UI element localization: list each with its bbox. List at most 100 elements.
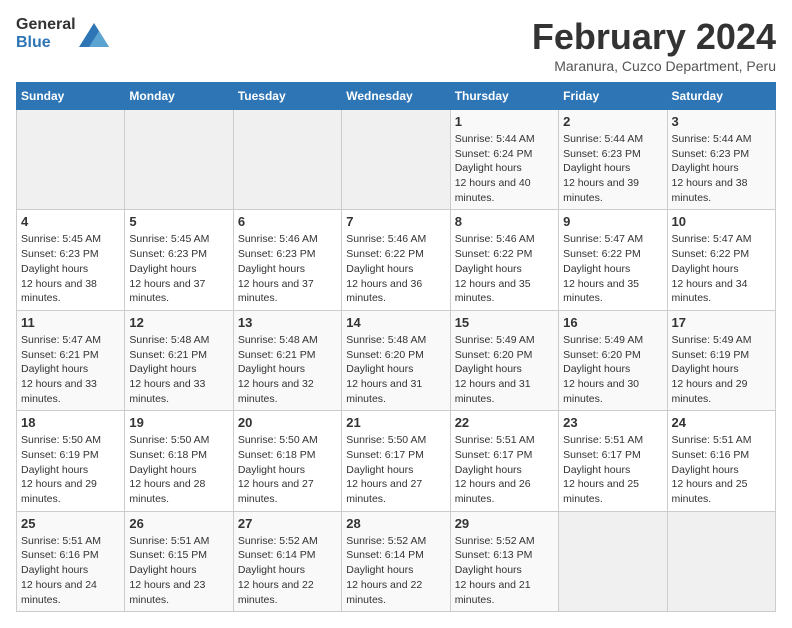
day-details: Sunrise: 5:45 AM Sunset: 6:23 PM Dayligh… (129, 232, 228, 305)
calendar-cell: 14 Sunrise: 5:48 AM Sunset: 6:20 PM Dayl… (342, 310, 450, 410)
sunset-label: Sunset: 6:16 PM (672, 449, 750, 461)
daylight-label: Daylight hours (238, 363, 305, 375)
calendar-cell: 2 Sunrise: 5:44 AM Sunset: 6:23 PM Dayli… (559, 110, 667, 210)
day-details: Sunrise: 5:50 AM Sunset: 6:18 PM Dayligh… (129, 433, 228, 506)
day-details: Sunrise: 5:48 AM Sunset: 6:21 PM Dayligh… (129, 333, 228, 406)
sunset-label: Sunset: 6:14 PM (346, 549, 424, 561)
calendar-cell: 5 Sunrise: 5:45 AM Sunset: 6:23 PM Dayli… (125, 210, 233, 310)
daylight-duration: 12 hours and 25 minutes. (563, 478, 639, 505)
day-number: 7 (346, 214, 445, 229)
day-details: Sunrise: 5:50 AM Sunset: 6:19 PM Dayligh… (21, 433, 120, 506)
day-details: Sunrise: 5:51 AM Sunset: 6:15 PM Dayligh… (129, 534, 228, 607)
sunset-label: Sunset: 6:20 PM (563, 349, 641, 361)
day-number: 18 (21, 415, 120, 430)
daylight-label: Daylight hours (21, 363, 88, 375)
day-details: Sunrise: 5:44 AM Sunset: 6:23 PM Dayligh… (563, 132, 662, 205)
daylight-label: Daylight hours (238, 263, 305, 275)
daylight-duration: 12 hours and 25 minutes. (672, 478, 748, 505)
day-of-week-header: Tuesday (233, 83, 341, 110)
daylight-label: Daylight hours (346, 464, 413, 476)
sunset-label: Sunset: 6:22 PM (455, 248, 533, 260)
calendar-week-row: 18 Sunrise: 5:50 AM Sunset: 6:19 PM Dayl… (17, 411, 776, 511)
daylight-label: Daylight hours (563, 263, 630, 275)
daylight-duration: 12 hours and 36 minutes. (346, 278, 422, 305)
sunrise-label: Sunrise: 5:49 AM (563, 334, 643, 346)
day-number: 6 (238, 214, 337, 229)
day-details: Sunrise: 5:50 AM Sunset: 6:17 PM Dayligh… (346, 433, 445, 506)
sunrise-label: Sunrise: 5:50 AM (129, 434, 209, 446)
day-number: 21 (346, 415, 445, 430)
day-details: Sunrise: 5:52 AM Sunset: 6:14 PM Dayligh… (346, 534, 445, 607)
calendar-week-row: 1 Sunrise: 5:44 AM Sunset: 6:24 PM Dayli… (17, 110, 776, 210)
day-details: Sunrise: 5:51 AM Sunset: 6:17 PM Dayligh… (563, 433, 662, 506)
calendar-cell (17, 110, 125, 210)
calendar-cell: 27 Sunrise: 5:52 AM Sunset: 6:14 PM Dayl… (233, 511, 341, 611)
sunrise-label: Sunrise: 5:48 AM (346, 334, 426, 346)
calendar-week-row: 11 Sunrise: 5:47 AM Sunset: 6:21 PM Dayl… (17, 310, 776, 410)
calendar-cell: 6 Sunrise: 5:46 AM Sunset: 6:23 PM Dayli… (233, 210, 341, 310)
calendar-cell: 7 Sunrise: 5:46 AM Sunset: 6:22 PM Dayli… (342, 210, 450, 310)
sunrise-label: Sunrise: 5:47 AM (21, 334, 101, 346)
calendar-cell: 26 Sunrise: 5:51 AM Sunset: 6:15 PM Dayl… (125, 511, 233, 611)
calendar-cell: 10 Sunrise: 5:47 AM Sunset: 6:22 PM Dayl… (667, 210, 775, 310)
daylight-label: Daylight hours (346, 263, 413, 275)
day-of-week-header: Monday (125, 83, 233, 110)
daylight-duration: 12 hours and 27 minutes. (238, 478, 314, 505)
day-details: Sunrise: 5:46 AM Sunset: 6:22 PM Dayligh… (455, 232, 554, 305)
sunset-label: Sunset: 6:21 PM (129, 349, 207, 361)
calendar-cell: 21 Sunrise: 5:50 AM Sunset: 6:17 PM Dayl… (342, 411, 450, 511)
day-details: Sunrise: 5:45 AM Sunset: 6:23 PM Dayligh… (21, 232, 120, 305)
calendar-cell: 13 Sunrise: 5:48 AM Sunset: 6:21 PM Dayl… (233, 310, 341, 410)
sunset-label: Sunset: 6:23 PM (21, 248, 99, 260)
calendar-cell: 18 Sunrise: 5:50 AM Sunset: 6:19 PM Dayl… (17, 411, 125, 511)
calendar-cell: 29 Sunrise: 5:52 AM Sunset: 6:13 PM Dayl… (450, 511, 558, 611)
day-number: 3 (672, 114, 771, 129)
day-number: 19 (129, 415, 228, 430)
calendar-cell: 1 Sunrise: 5:44 AM Sunset: 6:24 PM Dayli… (450, 110, 558, 210)
day-details: Sunrise: 5:47 AM Sunset: 6:21 PM Dayligh… (21, 333, 120, 406)
sunset-label: Sunset: 6:23 PM (563, 148, 641, 160)
daylight-label: Daylight hours (455, 263, 522, 275)
sunrise-label: Sunrise: 5:51 AM (455, 434, 535, 446)
calendar-cell: 15 Sunrise: 5:49 AM Sunset: 6:20 PM Dayl… (450, 310, 558, 410)
main-title: February 2024 (532, 16, 776, 58)
daylight-duration: 12 hours and 30 minutes. (563, 378, 639, 405)
day-details: Sunrise: 5:49 AM Sunset: 6:20 PM Dayligh… (455, 333, 554, 406)
daylight-label: Daylight hours (672, 162, 739, 174)
page-header: General Blue February 2024 Maranura, Cuz… (16, 16, 776, 74)
daylight-duration: 12 hours and 27 minutes. (346, 478, 422, 505)
day-details: Sunrise: 5:50 AM Sunset: 6:18 PM Dayligh… (238, 433, 337, 506)
daylight-duration: 12 hours and 35 minutes. (455, 278, 531, 305)
day-details: Sunrise: 5:48 AM Sunset: 6:21 PM Dayligh… (238, 333, 337, 406)
calendar-header-row: SundayMondayTuesdayWednesdayThursdayFrid… (17, 83, 776, 110)
daylight-duration: 12 hours and 33 minutes. (21, 378, 97, 405)
sunset-label: Sunset: 6:17 PM (563, 449, 641, 461)
calendar-cell: 16 Sunrise: 5:49 AM Sunset: 6:20 PM Dayl… (559, 310, 667, 410)
day-number: 13 (238, 315, 337, 330)
daylight-label: Daylight hours (563, 464, 630, 476)
daylight-duration: 12 hours and 34 minutes. (672, 278, 748, 305)
sunrise-label: Sunrise: 5:51 AM (672, 434, 752, 446)
sunset-label: Sunset: 6:21 PM (21, 349, 99, 361)
calendar-cell (233, 110, 341, 210)
sunset-label: Sunset: 6:14 PM (238, 549, 316, 561)
daylight-duration: 12 hours and 31 minutes. (455, 378, 531, 405)
logo: General Blue (16, 16, 109, 51)
daylight-duration: 12 hours and 37 minutes. (238, 278, 314, 305)
sunset-label: Sunset: 6:19 PM (672, 349, 750, 361)
day-of-week-header: Friday (559, 83, 667, 110)
daylight-label: Daylight hours (672, 263, 739, 275)
title-section: February 2024 Maranura, Cuzco Department… (532, 16, 776, 74)
day-details: Sunrise: 5:52 AM Sunset: 6:14 PM Dayligh… (238, 534, 337, 607)
sunrise-label: Sunrise: 5:52 AM (238, 535, 318, 547)
logo-general: General (16, 16, 76, 34)
daylight-label: Daylight hours (346, 363, 413, 375)
sunrise-label: Sunrise: 5:44 AM (563, 133, 643, 145)
daylight-label: Daylight hours (238, 464, 305, 476)
day-of-week-header: Wednesday (342, 83, 450, 110)
calendar-cell: 8 Sunrise: 5:46 AM Sunset: 6:22 PM Dayli… (450, 210, 558, 310)
day-details: Sunrise: 5:47 AM Sunset: 6:22 PM Dayligh… (672, 232, 771, 305)
sunrise-label: Sunrise: 5:52 AM (455, 535, 535, 547)
day-number: 9 (563, 214, 662, 229)
sunrise-label: Sunrise: 5:46 AM (346, 233, 426, 245)
